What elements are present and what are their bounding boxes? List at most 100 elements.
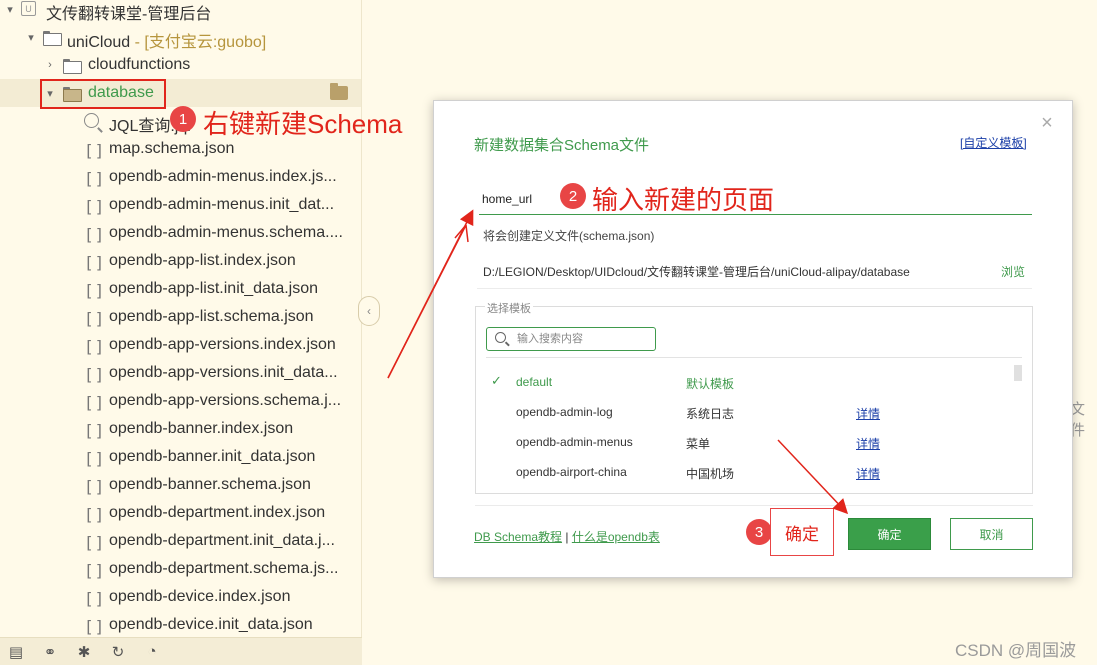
template-legend: 选择模板	[485, 300, 533, 316]
step-2-text: 输入新建的页面	[592, 185, 775, 215]
json-file-icon: []	[84, 393, 106, 412]
json-file-icon: []	[84, 309, 106, 328]
chevron-down-icon[interactable]: ▾	[4, 3, 16, 16]
step-1-badge: 1	[170, 106, 196, 132]
template-name: default	[516, 375, 553, 389]
tree-file-12[interactable]: [] opendb-banner.init_data.json	[0, 443, 361, 471]
template-item[interactable]: opendb-admin-menus 菜单 详情	[486, 427, 1006, 457]
tree-file-18[interactable]: [] opendb-device.init_data.json	[0, 611, 361, 637]
template-name: opendb-admin-log	[516, 405, 613, 419]
file-label: opendb-app-list.index.json	[109, 252, 296, 269]
tree-item-unicloud[interactable]: ▾ uniCloud - [支付宝云:guobo]	[0, 23, 361, 51]
tree-file-6[interactable]: [] opendb-app-list.init_data.json	[0, 275, 361, 303]
unicloud-space-label: - [支付宝云:guobo]	[130, 34, 267, 51]
chevron-down-icon[interactable]: ▾	[25, 31, 37, 44]
chevron-right-icon[interactable]: ›	[44, 59, 56, 71]
tree-file-10[interactable]: [] opendb-app-versions.schema.j...	[0, 387, 361, 415]
ok-button[interactable]: 确定	[848, 518, 931, 550]
tree-file-15[interactable]: [] opendb-department.init_data.j...	[0, 527, 361, 555]
file-label: opendb-department.index.json	[109, 504, 326, 521]
template-detail-link[interactable]: 详情	[856, 405, 880, 422]
template-item-default[interactable]: ✓ default 默认模板	[486, 367, 1006, 397]
divider	[475, 505, 1033, 506]
file-label: opendb-banner.schema.json	[109, 476, 311, 493]
custom-template-link[interactable]: [自定义模板]	[960, 134, 1027, 151]
tree-file-13[interactable]: [] opendb-banner.schema.json	[0, 471, 361, 499]
close-icon[interactable]: ×	[1037, 113, 1057, 133]
json-file-icon: []	[84, 169, 106, 188]
json-file-icon: []	[84, 617, 106, 636]
tree-file-9[interactable]: [] opendb-app-versions.init_data...	[0, 359, 361, 387]
template-name: opendb-airport-china	[516, 465, 627, 479]
folder-icon[interactable]	[330, 83, 348, 100]
opendb-link[interactable]: 什么是opendb表	[572, 530, 660, 544]
json-file-icon: []	[84, 141, 106, 160]
sidebar-bottom-toolbar: ▤ ⚭ ✱ ↻ ◔	[0, 637, 362, 665]
file-label: opendb-app-versions.index.json	[109, 336, 336, 353]
template-detail-link[interactable]: 详情	[856, 435, 880, 452]
link-separator: |	[562, 530, 572, 544]
binoculars-icon[interactable]: ⚭	[40, 642, 60, 662]
template-search[interactable]	[486, 327, 656, 351]
file-label: opendb-app-versions.schema.j...	[109, 392, 342, 409]
sidebar-collapse-button[interactable]: ‹	[358, 296, 380, 326]
git-icon[interactable]: ↻	[108, 642, 128, 662]
template-search-input[interactable]	[517, 331, 647, 347]
dialog-title: 新建数据集合Schema文件	[474, 137, 650, 154]
file-label: opendb-device.init_data.json	[109, 616, 313, 633]
tree-file-7[interactable]: [] opendb-app-list.schema.json	[0, 303, 361, 331]
step-2-badge: 2	[560, 183, 586, 209]
debug-bug-icon[interactable]: ✱	[74, 642, 94, 662]
file-label: opendb-admin-menus.init_dat...	[109, 196, 335, 213]
file-label: opendb-device.index.json	[109, 588, 291, 605]
tree-file-4[interactable]: [] opendb-admin-menus.schema....	[0, 219, 361, 247]
editor-background-text: 文件	[1070, 401, 1086, 439]
json-file-icon: []	[84, 365, 106, 384]
tree-file-5[interactable]: [] opendb-app-list.index.json	[0, 247, 361, 275]
file-label: map.schema.json	[109, 140, 235, 157]
tree-file-17[interactable]: [] opendb-device.index.json	[0, 583, 361, 611]
template-item[interactable]: opendb-admin-log 系统日志 详情	[486, 397, 1006, 427]
tree-file-8[interactable]: [] opendb-app-versions.index.json	[0, 331, 361, 359]
palette-icon[interactable]: ◔	[142, 642, 162, 662]
template-panel: 选择模板 ✓ default 默认模板 opendb-admin-log 系统日…	[475, 300, 1033, 494]
step-3-callout: 确定	[770, 508, 834, 556]
template-name: opendb-admin-menus	[516, 435, 633, 449]
browse-button[interactable]: 浏览	[1001, 263, 1025, 280]
json-file-icon: []	[84, 225, 106, 244]
json-file-icon: []	[84, 337, 106, 356]
file-label: opendb-department.init_data.j...	[109, 532, 335, 549]
watermark: CSDN @周国波	[955, 641, 1077, 660]
project-manager-icon[interactable]: ▤	[6, 642, 26, 662]
json-file-icon: []	[84, 533, 106, 552]
step-1-text: 右键新建Schema	[203, 109, 403, 139]
tree-file-14[interactable]: [] opendb-department.index.json	[0, 499, 361, 527]
template-desc: 系统日志	[686, 407, 735, 421]
file-label: opendb-banner.index.json	[109, 420, 294, 437]
tree-file-3[interactable]: [] opendb-admin-menus.init_dat...	[0, 191, 361, 219]
scrollbar-thumb[interactable]	[1014, 365, 1022, 381]
new-schema-dialog: × 新建数据集合Schema文件 [自定义模板] 将会创建定义文件(schema…	[433, 100, 1073, 578]
template-desc: 菜单	[686, 437, 711, 451]
tree-item-cloudfunctions[interactable]: › cloudfunctions	[0, 51, 361, 79]
tree-file-11[interactable]: [] opendb-banner.index.json	[0, 415, 361, 443]
json-file-icon: []	[84, 505, 106, 524]
template-item[interactable]: opendb-airport-china 中国机场 详情	[486, 457, 1006, 487]
json-file-icon: []	[84, 197, 106, 216]
json-file-icon: []	[84, 449, 106, 468]
create-note: 将会创建定义文件(schema.json)	[483, 229, 655, 243]
template-detail-link[interactable]: 详情	[856, 465, 880, 482]
tree-file-2[interactable]: [] opendb-admin-menus.index.js...	[0, 163, 361, 191]
unicloud-name: uniCloud	[67, 34, 131, 51]
json-file-icon: []	[84, 477, 106, 496]
tree-file-16[interactable]: [] opendb-department.schema.js...	[0, 555, 361, 583]
tree-item-project[interactable]: ▾ U 文传翻转课堂-管理后台	[0, 0, 361, 23]
help-links: DB Schema教程 | 什么是opendb表	[474, 528, 660, 545]
template-desc: 默认模板	[686, 377, 735, 391]
path-row: D:/LEGION/Desktop/UIDcloud/文传翻转课堂-管理后台/u…	[477, 251, 1032, 289]
schema-tutorial-link[interactable]: DB Schema教程	[474, 530, 562, 544]
target-path: D:/LEGION/Desktop/UIDcloud/文传翻转课堂-管理后台/u…	[483, 265, 910, 279]
json-file-icon: []	[84, 421, 106, 440]
cancel-button[interactable]: 取消	[950, 518, 1033, 550]
file-label: opendb-admin-menus.index.js...	[109, 168, 337, 185]
